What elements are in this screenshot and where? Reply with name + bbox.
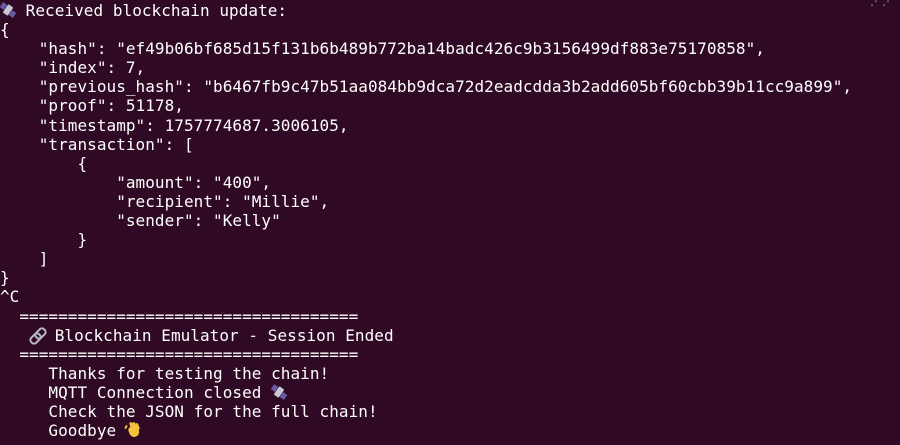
json-line: "proof": 51178, — [0, 96, 184, 116]
session-title-text: Blockchain Emulator - Session Ended — [45, 325, 394, 345]
json-line: { — [0, 153, 88, 173]
json-line: "sender": "Kelly" — [0, 211, 281, 231]
thanks-line: Thanks for testing the chain! — [0, 363, 330, 383]
waving-hand-icon — [124, 421, 142, 439]
json-line: } — [0, 230, 88, 250]
json-line: ] — [0, 249, 49, 269]
mqtt-line: MQTT Connection closed — [0, 383, 900, 402]
scrollbar-indicator: ⋰⋰ — [870, 0, 894, 8]
satellite-icon — [270, 383, 288, 400]
json-line: "hash": "ef49b06bf685d15f131b6b489b772ba… — [0, 39, 765, 59]
json-line: "index": 7, — [0, 58, 146, 78]
json-line: "previous_hash": "b6467fb9c47b51aa084bb9… — [0, 77, 853, 97]
json-line: } — [0, 268, 10, 288]
received-update-line: Received blockchain update: — [0, 1, 900, 20]
json-line: "transaction": [ — [0, 134, 194, 154]
separator-line: =================================== — [0, 344, 359, 364]
check-json-line: Check the JSON for the full chain! — [0, 401, 378, 421]
terminal-window[interactable]: ⋰⋰ Received blockchain update: { "hash":… — [0, 0, 900, 445]
goodbye-line: Goodbye — [0, 421, 900, 440]
json-line: "timestamp": 1757774687.3006105, — [0, 115, 349, 135]
json-line: "recipient": "Millie", — [0, 191, 330, 211]
json-line: { — [0, 20, 10, 40]
link-icon — [27, 325, 49, 346]
separator-line: =================================== — [0, 306, 359, 326]
json-line: "amount": "400", — [0, 172, 272, 192]
satellite-icon — [0, 2, 17, 18]
goodbye-text: Goodbye — [0, 421, 126, 441]
received-update-text: Received blockchain update: — [16, 1, 288, 20]
mqtt-text: MQTT Connection closed — [0, 382, 272, 402]
session-title-line: Blockchain Emulator - Session Ended — [0, 325, 900, 346]
interrupt-line: ^C — [0, 287, 20, 307]
